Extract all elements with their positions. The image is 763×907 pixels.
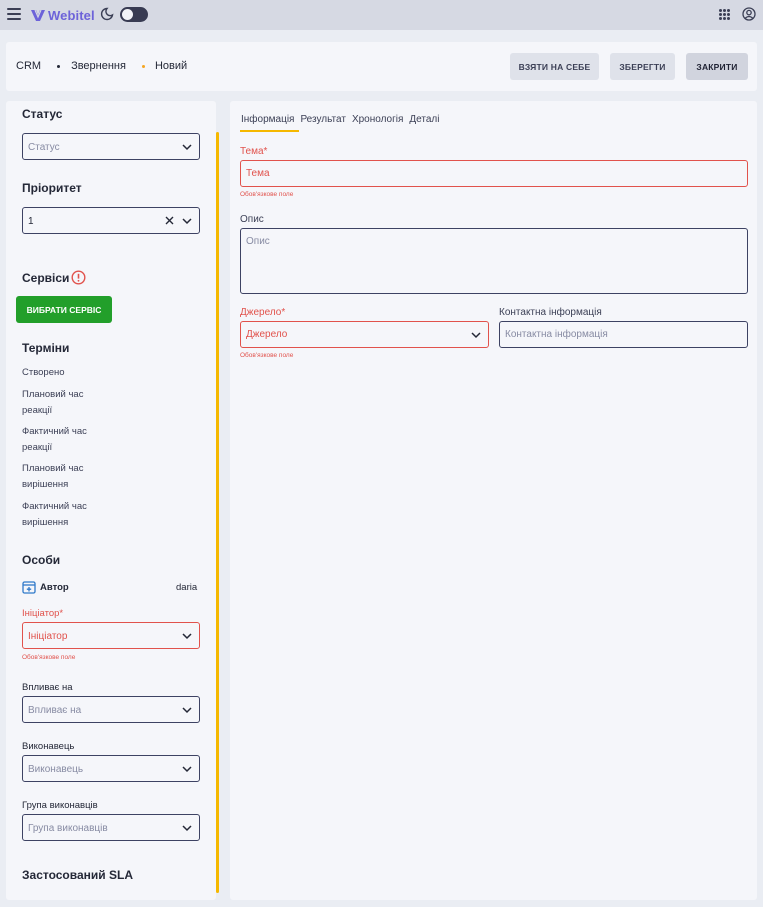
clear-icon[interactable]	[165, 216, 174, 225]
breadcrumb-cases[interactable]: Звернення	[71, 60, 126, 72]
theme-toggle[interactable]	[120, 7, 148, 22]
contact-label: Контактна інформація	[499, 307, 602, 318]
group-label: Група виконавців	[22, 800, 98, 811]
breadcrumb-new: Новий	[154, 60, 188, 72]
case-header: CRM Звернення Новий ВЗЯТИ НА СЕБЕ ЗБЕРЕГ…	[6, 42, 757, 91]
close-button[interactable]: ЗАКРИТИ	[686, 53, 748, 80]
subject-placeholder: Тема	[246, 168, 270, 179]
description-placeholder: Опис	[246, 236, 270, 247]
menu-icon[interactable]	[7, 8, 21, 20]
priority-title: Пріоритет	[22, 181, 82, 195]
initiator-select[interactable]: Ініціатор	[22, 622, 200, 649]
priority-value: 1	[28, 216, 34, 227]
status-title: Статус	[22, 107, 63, 121]
tab-chronology[interactable]: Хронологія	[352, 114, 403, 125]
term-actual-reaction: Фактичний час реакції	[22, 426, 87, 453]
source-select[interactable]: Джерело	[240, 321, 489, 348]
contact-placeholder: Контактна інформація	[505, 329, 608, 340]
impacted-placeholder: Впливає на	[28, 705, 82, 716]
source-placeholder: Джерело	[246, 329, 288, 340]
chevron-down-icon	[471, 332, 481, 339]
case-sidebar: Статус Статус Пріоритет 1 Сервіси ВИБРАТ…	[6, 101, 216, 900]
chevron-down-icon	[182, 825, 192, 832]
chevron-down-icon	[182, 633, 192, 640]
sidebar-scroll-indicator	[216, 132, 219, 893]
chevron-down-icon	[182, 766, 192, 773]
status-select[interactable]: Статус	[22, 133, 200, 160]
subject-required-hint: Обов'язкове поле	[240, 191, 294, 198]
active-tab-indicator	[240, 130, 299, 132]
tab-bar: Інформація Результат Хронологія Деталі	[241, 114, 439, 125]
impacted-select[interactable]: Впливає на	[22, 696, 200, 723]
initiator-required-hint: Обов'язкове поле	[22, 654, 76, 661]
term-actual-resolution: Фактичний час вирішення	[22, 501, 87, 528]
author-value: daria	[176, 582, 198, 593]
tab-result[interactable]: Результат	[300, 114, 345, 125]
status-placeholder: Статус	[28, 142, 60, 153]
source-required-hint: Обов'язкове поле	[240, 352, 294, 359]
persons-title: Особи	[22, 553, 61, 567]
initiator-placeholder: Ініціатор	[28, 631, 68, 642]
tab-details[interactable]: Деталі	[409, 114, 439, 125]
moon-icon	[100, 7, 114, 21]
contact-input[interactable]: Контактна інформація	[499, 321, 748, 348]
term-planned-resolution: Плановий час вирішення	[22, 463, 84, 490]
breadcrumb-separator	[57, 64, 61, 68]
assignee-select[interactable]: Виконавець	[22, 755, 200, 782]
choose-service-button[interactable]: ВИБРАТИ СЕРВІС	[16, 296, 112, 323]
save-button[interactable]: ЗБЕРЕГТИ	[610, 53, 675, 80]
account-icon[interactable]	[742, 7, 756, 21]
assignee-placeholder: Виконавець	[28, 764, 84, 775]
chevron-down-icon	[182, 144, 192, 151]
assignee-label: Виконавець	[22, 741, 75, 752]
webitel-logo[interactable]: Webitel	[31, 7, 95, 23]
term-created: Створено	[22, 367, 65, 378]
subject-label: Тема*	[240, 146, 268, 157]
tab-info[interactable]: Інформація	[241, 114, 294, 125]
chevron-down-icon	[182, 218, 192, 225]
description-textarea[interactable]: Опис	[240, 228, 748, 294]
breadcrumb-separator-active	[141, 64, 145, 68]
apps-grid-icon[interactable]	[719, 9, 730, 20]
impacted-label: Впливає на	[22, 682, 73, 693]
source-label: Джерело*	[240, 307, 286, 318]
case-main-panel: Інформація Результат Хронологія Деталі Т…	[230, 101, 757, 900]
subject-input[interactable]: Тема	[240, 160, 748, 187]
take-button[interactable]: ВЗЯТИ НА СЕБЕ	[510, 53, 599, 80]
group-placeholder: Група виконавців	[28, 823, 108, 834]
services-title: Сервіси	[22, 271, 70, 285]
webitel-logo-mark	[31, 9, 45, 21]
alert-icon	[71, 270, 86, 285]
terms-title: Терміни	[22, 341, 70, 355]
author-icon	[22, 581, 36, 594]
group-select[interactable]: Група виконавців	[22, 814, 200, 841]
top-bar: Webitel	[0, 0, 763, 30]
author-label: Автор	[40, 582, 69, 593]
priority-select[interactable]: 1	[22, 207, 200, 234]
term-planned-reaction: Плановий час реакції	[22, 389, 84, 416]
initiator-label: Ініціатор*	[22, 608, 64, 619]
breadcrumb-crm[interactable]: CRM	[16, 60, 41, 72]
sla-title: Застосований SLA	[22, 868, 133, 882]
chevron-down-icon	[182, 707, 192, 714]
description-label: Опис	[240, 214, 264, 225]
logo-text: Webitel	[48, 7, 95, 23]
breadcrumb: CRM Звернення Новий	[16, 60, 187, 72]
